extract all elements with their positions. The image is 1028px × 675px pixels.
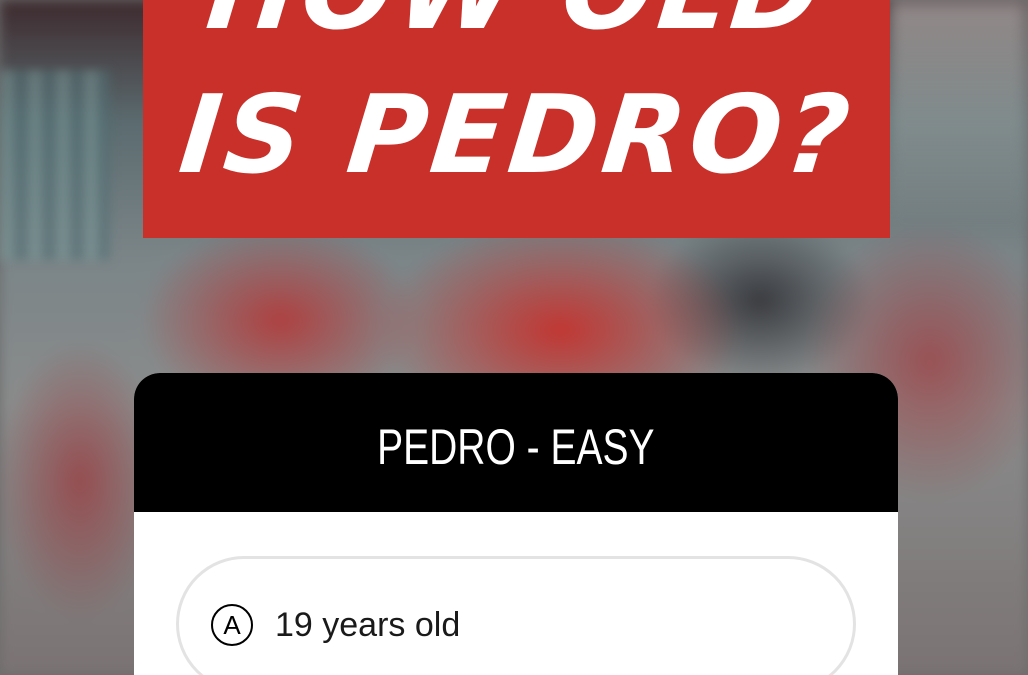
quiz-option-a[interactable]: A 19 years old — [176, 556, 856, 675]
quiz-card-header: PEDRO - EASY — [134, 373, 898, 512]
headline-banner: HOW OLD IS PEDRO? — [143, 0, 890, 238]
background-detail-right — [888, 0, 1028, 220]
quiz-card: PEDRO - EASY A 19 years old — [134, 373, 898, 675]
quiz-title: PEDRO - EASY — [377, 418, 655, 475]
headline-line-2: IS PEDRO? — [174, 73, 859, 198]
quiz-options: A 19 years old — [134, 512, 898, 675]
option-letter-badge: A — [211, 604, 253, 646]
headline-line-1: HOW OLD — [143, 0, 890, 54]
option-label: 19 years old — [275, 606, 461, 644]
background-detail — [0, 70, 110, 260]
